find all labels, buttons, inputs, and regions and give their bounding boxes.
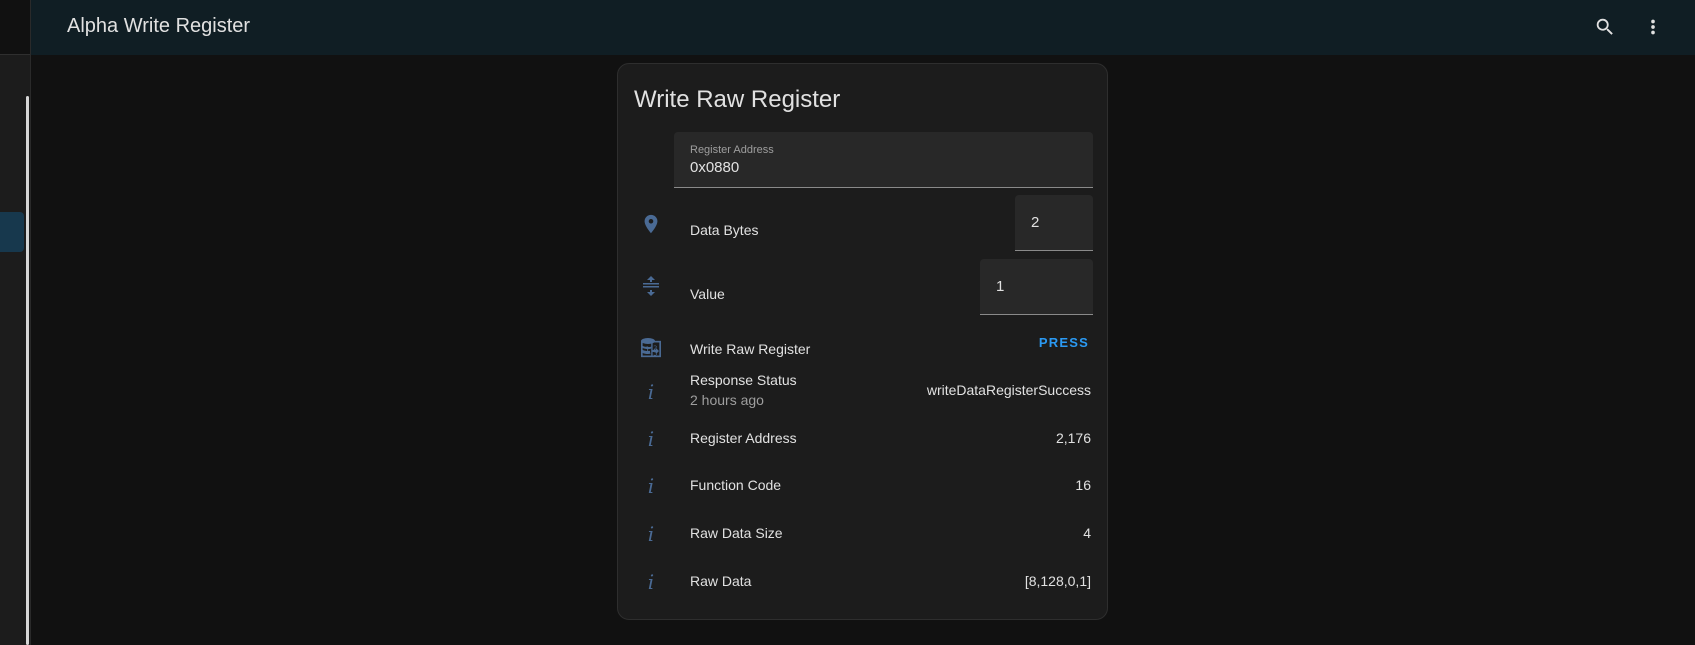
write-raw-register-label: Write Raw Register [690, 341, 811, 357]
sidebar-item-selected[interactable] [0, 212, 24, 252]
response-status-label: Response Status [690, 372, 797, 388]
press-button[interactable]: PRESS [1031, 326, 1097, 358]
register-address-sensor-value[interactable]: 2,176 [1056, 430, 1091, 446]
raw-data-size-label: Raw Data Size [690, 525, 783, 541]
overflow-menu-button[interactable] [1635, 9, 1671, 45]
register-address-field-label: Register Address [690, 144, 774, 156]
data-bytes-value: 2 [1031, 214, 1040, 231]
raw-data-size-value[interactable]: 4 [1083, 525, 1091, 541]
data-bytes-input[interactable]: 2 [1015, 195, 1093, 251]
dots-vertical-icon [1651, 19, 1655, 35]
app-header: Alpha Write Register [31, 0, 1695, 55]
response-status-value[interactable]: writeDataRegisterSuccess [927, 382, 1091, 398]
information-icon: i [647, 380, 655, 404]
register-address-input[interactable]: Register Address 0x0880 [674, 132, 1093, 188]
page-title: Alpha Write Register [67, 15, 251, 37]
information-icon: i [647, 570, 655, 594]
raw-data-label: Raw Data [690, 573, 752, 589]
entities-card: Write Raw Register Register Address 0x08… [617, 63, 1108, 620]
response-status-time: 2 hours ago [690, 392, 764, 408]
database-export-icon [638, 334, 664, 360]
value-input-value: 1 [996, 278, 1005, 295]
information-icon: i [647, 474, 655, 498]
sidebar-scrollbar[interactable] [26, 96, 29, 645]
sidebar [0, 0, 31, 645]
information-icon: i [647, 522, 655, 546]
search-button[interactable] [1587, 9, 1623, 45]
data-bytes-label: Data Bytes [690, 222, 759, 238]
raw-data-value[interactable]: [8,128,0,1] [1025, 573, 1091, 589]
arrow-collapse-vertical-icon [638, 273, 664, 299]
value-label: Value [690, 286, 725, 302]
register-address-field-value: 0x0880 [690, 159, 740, 176]
sidebar-header [0, 0, 30, 55]
search-icon [1596, 18, 1613, 35]
function-code-label: Function Code [690, 477, 782, 493]
card-title: Write Raw Register [634, 86, 841, 113]
register-address-sensor-label: Register Address [690, 430, 797, 446]
function-code-value[interactable]: 16 [1075, 477, 1091, 493]
information-icon: i [647, 427, 655, 451]
value-input[interactable]: 1 [980, 259, 1093, 315]
map-marker-icon [638, 211, 664, 237]
